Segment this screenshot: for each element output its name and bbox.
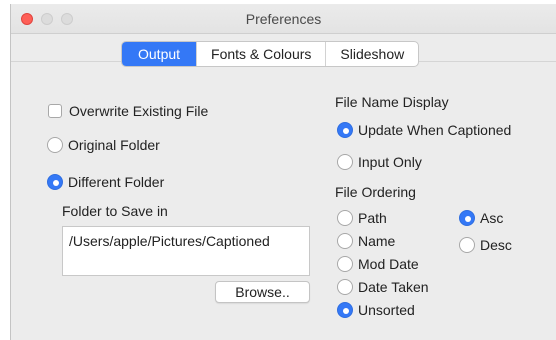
radio-button[interactable] (337, 210, 353, 226)
input-only-radio[interactable]: Input Only (337, 154, 422, 170)
radio-button-selected[interactable] (337, 302, 353, 318)
radio-button-selected[interactable] (47, 174, 63, 190)
tab-output[interactable]: Output (122, 42, 197, 66)
radio-button[interactable] (337, 279, 353, 295)
order-name-label: Name (358, 233, 396, 249)
order-path-radio[interactable]: Path (337, 210, 387, 226)
order-unsorted-label: Unsorted (358, 302, 415, 318)
order-mod-date-radio[interactable]: Mod Date (337, 256, 419, 272)
order-unsorted-radio[interactable]: Unsorted (337, 302, 415, 318)
radio-button[interactable] (337, 256, 353, 272)
different-folder-label: Different Folder (68, 174, 165, 190)
overwrite-existing-label: Overwrite Existing File (69, 103, 209, 119)
tab-bar: Output Fonts & Colours Slideshow (121, 41, 420, 67)
order-desc-label: Desc (480, 237, 512, 253)
different-folder-radio[interactable]: Different Folder (47, 174, 164, 190)
order-asc-radio[interactable]: Asc (459, 210, 503, 226)
update-when-captioned-label: Update When Captioned (358, 122, 512, 138)
order-date-taken-radio[interactable]: Date Taken (337, 279, 429, 295)
original-folder-label: Original Folder (68, 137, 160, 153)
input-only-label: Input Only (358, 154, 422, 170)
radio-button-selected[interactable] (459, 210, 475, 226)
order-path-label: Path (358, 210, 387, 226)
preferences-window: Preferences Output Fonts & Colours Slide… (10, 4, 556, 340)
radio-button[interactable] (47, 137, 63, 153)
radio-button-selected[interactable] (337, 122, 353, 138)
order-name-radio[interactable]: Name (337, 233, 395, 249)
radio-button[interactable] (337, 154, 353, 170)
tab-fonts-colours[interactable]: Fonts & Colours (196, 42, 325, 66)
update-when-captioned-radio[interactable]: Update When Captioned (337, 122, 511, 138)
file-ordering-heading: File Ordering (335, 184, 416, 200)
folder-path-field[interactable]: /Users/apple/Pictures/Captioned (62, 226, 310, 276)
overwrite-existing-checkbox[interactable]: Overwrite Existing File (48, 103, 208, 119)
title-bar[interactable]: Preferences (11, 4, 556, 34)
tab-slideshow[interactable]: Slideshow (325, 42, 418, 66)
browse-button[interactable]: Browse.. (215, 281, 310, 303)
order-desc-radio[interactable]: Desc (459, 237, 512, 253)
order-mod-date-label: Mod Date (358, 256, 419, 272)
original-folder-radio[interactable]: Original Folder (47, 137, 160, 153)
radio-button[interactable] (459, 237, 475, 253)
checkbox-box[interactable] (48, 104, 62, 118)
radio-button[interactable] (337, 233, 353, 249)
file-name-display-heading: File Name Display (335, 94, 449, 110)
order-date-taken-label: Date Taken (358, 279, 429, 295)
window-title: Preferences (245, 11, 322, 27)
order-asc-label: Asc (480, 210, 504, 226)
folder-to-save-label: Folder to Save in (62, 203, 168, 219)
